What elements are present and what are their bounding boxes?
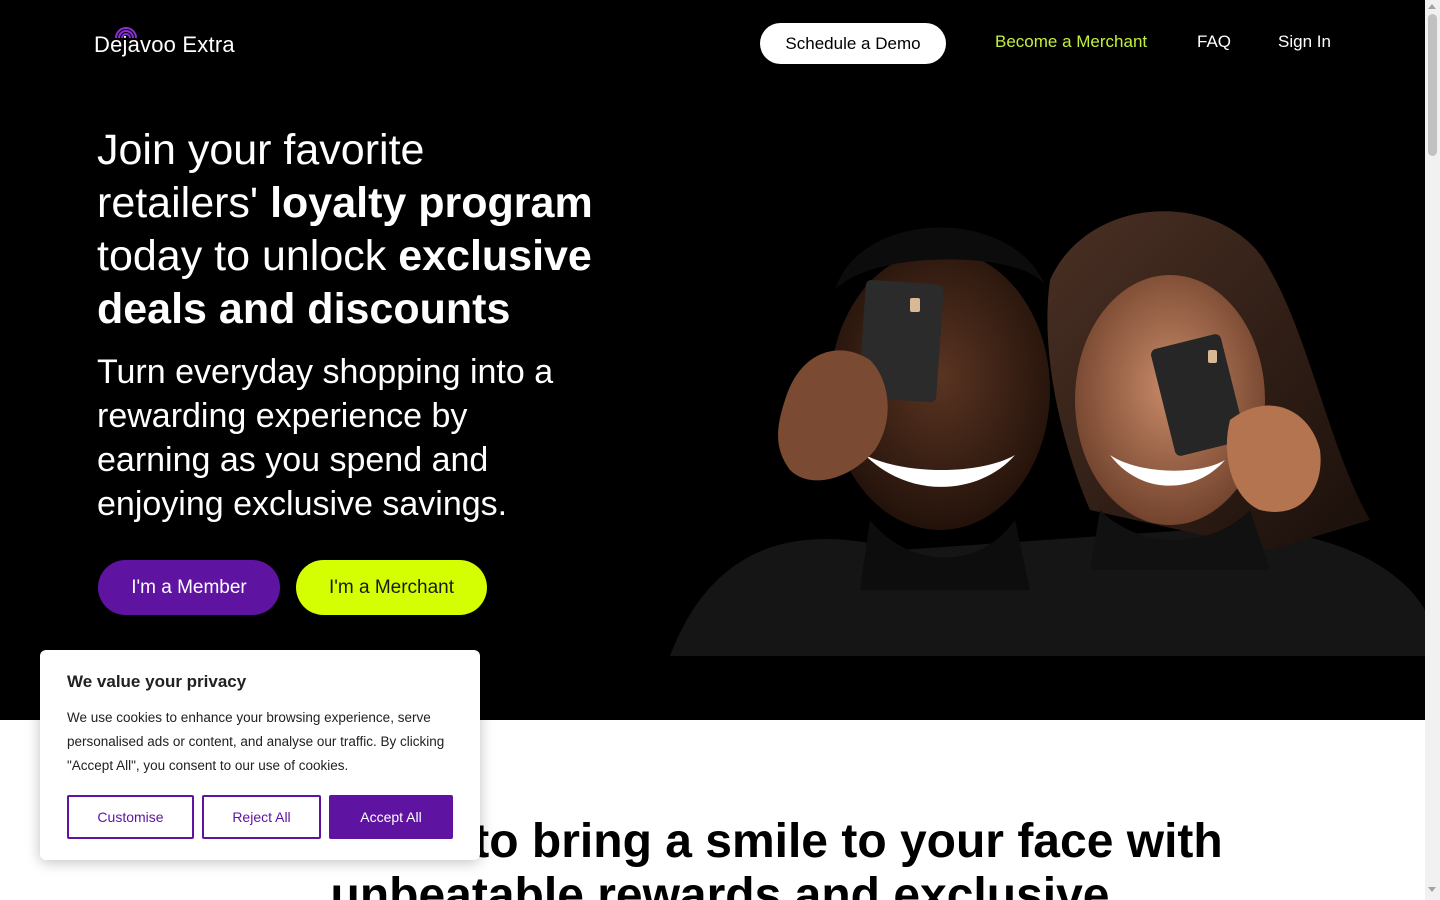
cookie-text: We use cookies to enhance your browsing … <box>67 710 445 773</box>
page-scrollbar[interactable] <box>1425 0 1440 900</box>
merchant-button[interactable]: I'm a Merchant <box>296 560 487 615</box>
become-merchant-link[interactable]: Become a Merchant <box>995 32 1147 52</box>
scroll-thumb[interactable] <box>1428 14 1437 156</box>
customise-button[interactable]: Customise <box>67 795 194 839</box>
cookie-banner: We value your privacy We use cookies to … <box>40 650 480 860</box>
schedule-demo-button[interactable]: Schedule a Demo <box>760 23 946 64</box>
hero-subhead: Turn everyday shopping into a rewarding … <box>97 353 554 523</box>
couple-holding-cards-photo <box>670 211 1425 656</box>
reject-all-button[interactable]: Reject All <box>202 795 321 839</box>
logo-text: Dejavoo Extra <box>94 32 235 57</box>
hero-section: Dejavoo Extra Schedule a Demo Become a M… <box>0 0 1425 720</box>
scroll-down-icon[interactable] <box>1428 887 1436 892</box>
member-button[interactable]: I'm a Member <box>98 560 280 615</box>
logo[interactable]: Dejavoo Extra <box>94 24 264 64</box>
headline-part-2: loyalty program <box>270 179 593 227</box>
scroll-up-icon[interactable] <box>1428 4 1436 9</box>
cookie-title: We value your privacy <box>67 672 247 691</box>
headline-part-3: today to unlock <box>97 232 399 280</box>
accept-all-button[interactable]: Accept All <box>329 795 453 839</box>
faq-link[interactable]: FAQ <box>1197 32 1231 52</box>
sign-in-link[interactable]: Sign In <box>1278 32 1331 52</box>
hero-headline: Join your favorite retailers' loyalty pr… <box>97 124 597 336</box>
